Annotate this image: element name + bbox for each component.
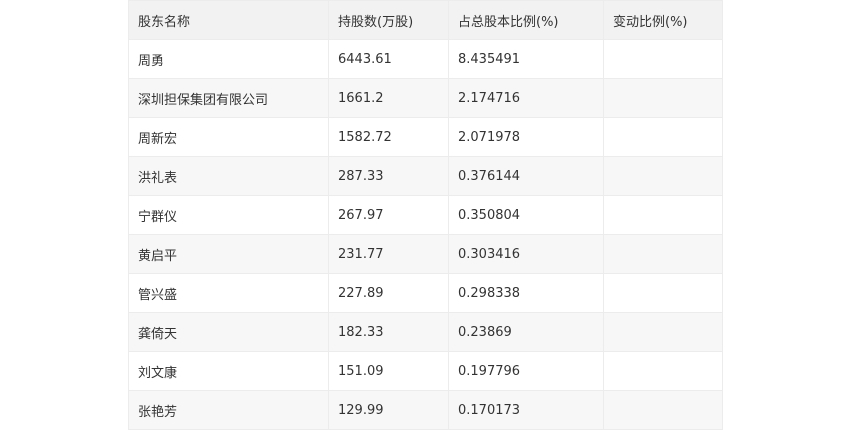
header-share-ratio: 占总股本比例(%) bbox=[448, 0, 604, 40]
cell-shareholder-name: 黄启平 bbox=[128, 234, 329, 274]
cell-shares-held: 231.77 bbox=[328, 234, 449, 274]
cell-shares-held: 6443.61 bbox=[328, 39, 449, 79]
cell-share-ratio: 2.174716 bbox=[448, 78, 604, 118]
cell-shareholder-name: 洪礼表 bbox=[128, 156, 329, 196]
table-row: 张艳芳 129.99 0.170173 bbox=[128, 390, 723, 430]
cell-shareholder-name: 龚倚天 bbox=[128, 312, 329, 352]
table-row: 刘文康 151.09 0.197796 bbox=[128, 351, 723, 391]
cell-share-ratio: 0.303416 bbox=[448, 234, 604, 274]
cell-shareholder-name: 管兴盛 bbox=[128, 273, 329, 313]
cell-shares-held: 227.89 bbox=[328, 273, 449, 313]
cell-shares-held: 287.33 bbox=[328, 156, 449, 196]
cell-change-ratio bbox=[603, 273, 723, 313]
table-row: 周勇 6443.61 8.435491 bbox=[128, 39, 723, 79]
cell-change-ratio bbox=[603, 234, 723, 274]
cell-shares-held: 1661.2 bbox=[328, 78, 449, 118]
table-row: 黄启平 231.77 0.303416 bbox=[128, 234, 723, 274]
cell-shares-held: 151.09 bbox=[328, 351, 449, 391]
cell-share-ratio: 0.197796 bbox=[448, 351, 604, 391]
cell-shareholder-name: 张艳芳 bbox=[128, 390, 329, 430]
cell-shares-held: 267.97 bbox=[328, 195, 449, 235]
table-row: 龚倚天 182.33 0.23869 bbox=[128, 312, 723, 352]
cell-change-ratio bbox=[603, 195, 723, 235]
cell-change-ratio bbox=[603, 117, 723, 157]
cell-share-ratio: 0.23869 bbox=[448, 312, 604, 352]
cell-shareholder-name: 周新宏 bbox=[128, 117, 329, 157]
cell-shares-held: 129.99 bbox=[328, 390, 449, 430]
table-row: 洪礼表 287.33 0.376144 bbox=[128, 156, 723, 196]
cell-shareholder-name: 周勇 bbox=[128, 39, 329, 79]
table-row: 深圳担保集团有限公司 1661.2 2.174716 bbox=[128, 78, 723, 118]
shareholder-table-container: 股东名称 持股数(万股) 占总股本比例(%) 变动比例(%) 周勇 6443.6… bbox=[128, 0, 723, 430]
cell-change-ratio bbox=[603, 351, 723, 391]
cell-shareholder-name: 刘文康 bbox=[128, 351, 329, 391]
table-row: 管兴盛 227.89 0.298338 bbox=[128, 273, 723, 313]
table-row: 宁群仪 267.97 0.350804 bbox=[128, 195, 723, 235]
table-row: 周新宏 1582.72 2.071978 bbox=[128, 117, 723, 157]
cell-shareholder-name: 深圳担保集团有限公司 bbox=[128, 78, 329, 118]
shareholder-table: 股东名称 持股数(万股) 占总股本比例(%) 变动比例(%) 周勇 6443.6… bbox=[128, 0, 723, 430]
cell-share-ratio: 2.071978 bbox=[448, 117, 604, 157]
cell-change-ratio bbox=[603, 390, 723, 430]
cell-shareholder-name: 宁群仪 bbox=[128, 195, 329, 235]
header-shares-held: 持股数(万股) bbox=[328, 0, 449, 40]
header-change-ratio: 变动比例(%) bbox=[603, 0, 723, 40]
cell-share-ratio: 0.298338 bbox=[448, 273, 604, 313]
cell-change-ratio bbox=[603, 312, 723, 352]
table-header-row: 股东名称 持股数(万股) 占总股本比例(%) 变动比例(%) bbox=[128, 0, 723, 40]
cell-share-ratio: 8.435491 bbox=[448, 39, 604, 79]
cell-share-ratio: 0.376144 bbox=[448, 156, 604, 196]
cell-shares-held: 182.33 bbox=[328, 312, 449, 352]
cell-change-ratio bbox=[603, 156, 723, 196]
cell-change-ratio bbox=[603, 39, 723, 79]
header-shareholder-name: 股东名称 bbox=[128, 0, 329, 40]
cell-shares-held: 1582.72 bbox=[328, 117, 449, 157]
cell-share-ratio: 0.170173 bbox=[448, 390, 604, 430]
cell-share-ratio: 0.350804 bbox=[448, 195, 604, 235]
cell-change-ratio bbox=[603, 78, 723, 118]
